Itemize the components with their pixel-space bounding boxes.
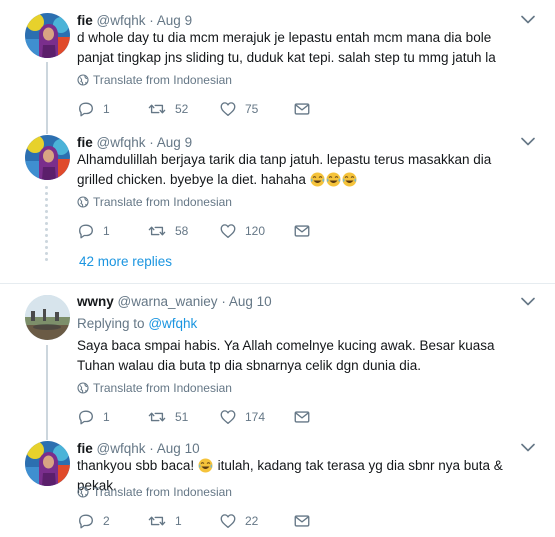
translate-link[interactable]: Translate from Indonesian bbox=[77, 73, 232, 87]
separator-dot: · bbox=[221, 294, 226, 309]
reply-icon bbox=[79, 410, 93, 425]
separator-dot: · bbox=[149, 13, 154, 28]
reply-icon bbox=[79, 224, 93, 239]
divider bbox=[0, 283, 555, 284]
envelope-icon bbox=[294, 515, 310, 527]
reply-button[interactable]: 1 bbox=[77, 99, 110, 118]
retweet-button[interactable]: 1 bbox=[147, 511, 182, 530]
translate-link[interactable]: Translate from Indonesian bbox=[77, 381, 232, 395]
retweet-button[interactable]: 58 bbox=[147, 221, 188, 240]
replying-to: Replying to @wfqhk bbox=[77, 316, 197, 331]
envelope-icon bbox=[294, 103, 310, 115]
like-button[interactable]: 22 bbox=[219, 511, 258, 530]
retweet-count: 51 bbox=[175, 409, 189, 424]
reply-count: 2 bbox=[103, 513, 110, 528]
reply-count: 1 bbox=[103, 101, 110, 116]
globe-icon bbox=[77, 382, 89, 394]
globe-icon bbox=[77, 196, 89, 208]
retweet-icon bbox=[148, 516, 166, 526]
more-replies-link[interactable]: 42 more replies bbox=[79, 254, 172, 269]
retweet-button[interactable]: 52 bbox=[147, 99, 188, 118]
reply-count: 1 bbox=[103, 409, 110, 424]
tweet-time[interactable]: Aug 9 bbox=[157, 135, 192, 150]
avatar[interactable] bbox=[25, 441, 70, 486]
avatar[interactable] bbox=[25, 295, 70, 340]
heart-icon bbox=[220, 224, 236, 238]
tweet-header: fie @wfqhk · Aug 10 bbox=[77, 441, 200, 457]
author-handle[interactable]: @warna_waniey bbox=[118, 294, 218, 309]
avatar[interactable] bbox=[25, 135, 70, 180]
author-handle[interactable]: @wfqhk bbox=[97, 441, 146, 456]
like-button[interactable]: 75 bbox=[219, 99, 258, 118]
translate-label: Translate from Indonesian bbox=[93, 73, 232, 87]
globe-icon bbox=[77, 486, 89, 498]
tweet-text-start: thankyou sbb baca! bbox=[77, 458, 195, 473]
author-name[interactable]: fie bbox=[77, 13, 93, 28]
heart-icon bbox=[220, 410, 236, 424]
retweet-icon bbox=[148, 226, 166, 236]
heart-icon bbox=[220, 102, 236, 116]
reply-icon bbox=[79, 102, 93, 117]
translate-label: Translate from Indonesian bbox=[93, 485, 232, 499]
replying-to-label: Replying to bbox=[77, 316, 145, 331]
author-handle[interactable]: @wfqhk bbox=[97, 135, 146, 150]
envelope-icon bbox=[294, 411, 310, 423]
author-name[interactable]: fie bbox=[77, 135, 93, 150]
tweet-text: Alhamdulillah berjaya tarik dia tanp jat… bbox=[77, 150, 527, 190]
like-button[interactable]: 174 bbox=[219, 407, 265, 426]
reply-icon bbox=[79, 514, 93, 529]
author-name[interactable]: wwny bbox=[77, 294, 114, 309]
author-handle[interactable]: @wfqhk bbox=[97, 13, 146, 28]
avatar[interactable] bbox=[25, 13, 70, 58]
tweet-header: fie @wfqhk · Aug 9 bbox=[77, 13, 192, 29]
globe-icon bbox=[77, 74, 89, 86]
reply-button[interactable]: 1 bbox=[77, 407, 110, 426]
chevron-down-icon[interactable] bbox=[521, 297, 535, 307]
tweet-time[interactable]: Aug 10 bbox=[229, 294, 272, 309]
tweet-text-content: Alhamdulillah berjaya tarik dia tanp jat… bbox=[77, 152, 492, 187]
tweet-text: d whole day tu dia mcm merajuk je lepast… bbox=[77, 30, 496, 65]
translate-link[interactable]: Translate from Indonesian bbox=[77, 485, 232, 499]
emoji-laugh-cry bbox=[197, 458, 213, 473]
like-count: 75 bbox=[245, 101, 259, 116]
envelope-icon bbox=[294, 225, 310, 237]
retweet-icon bbox=[148, 412, 166, 422]
reply-button[interactable]: 2 bbox=[77, 511, 110, 530]
chevron-down-icon[interactable] bbox=[521, 443, 535, 453]
direct-message-button[interactable] bbox=[293, 407, 311, 426]
chevron-down-icon[interactable] bbox=[521, 15, 535, 25]
emoji-laugh-cry bbox=[309, 172, 358, 187]
tweet-time[interactable]: Aug 9 bbox=[157, 13, 192, 28]
thread-dots bbox=[45, 186, 48, 264]
direct-message-button[interactable] bbox=[293, 511, 311, 530]
thread-line bbox=[46, 345, 48, 440]
separator-dot: · bbox=[149, 135, 154, 150]
chevron-down-icon[interactable] bbox=[521, 137, 535, 147]
retweet-button[interactable]: 51 bbox=[147, 407, 188, 426]
heart-icon bbox=[220, 514, 236, 528]
like-count: 120 bbox=[245, 223, 266, 238]
tweet-header: fie @wfqhk · Aug 9 bbox=[77, 135, 192, 151]
retweet-count: 52 bbox=[175, 101, 189, 116]
like-count: 174 bbox=[245, 409, 266, 424]
tweet-time[interactable]: Aug 10 bbox=[157, 441, 200, 456]
like-button[interactable]: 120 bbox=[219, 221, 265, 240]
separator-dot: · bbox=[149, 441, 154, 456]
replying-to-mention[interactable]: @wfqhk bbox=[148, 316, 197, 331]
tweet-text: Saya baca smpai habis. Ya Allah comelnye… bbox=[77, 338, 495, 373]
translate-label: Translate from Indonesian bbox=[93, 195, 232, 209]
author-name[interactable]: fie bbox=[77, 441, 93, 456]
reply-button[interactable]: 1 bbox=[77, 221, 110, 240]
retweet-icon bbox=[148, 104, 166, 114]
tweet-header: wwny @warna_waniey · Aug 10 bbox=[77, 294, 272, 310]
translate-label: Translate from Indonesian bbox=[93, 381, 232, 395]
thread-line bbox=[46, 62, 48, 134]
direct-message-button[interactable] bbox=[293, 99, 311, 118]
direct-message-button[interactable] bbox=[293, 221, 311, 240]
reply-count: 1 bbox=[103, 223, 110, 238]
retweet-count: 58 bbox=[175, 223, 189, 238]
translate-link[interactable]: Translate from Indonesian bbox=[77, 195, 232, 209]
like-count: 22 bbox=[245, 513, 259, 528]
retweet-count: 1 bbox=[175, 513, 182, 528]
